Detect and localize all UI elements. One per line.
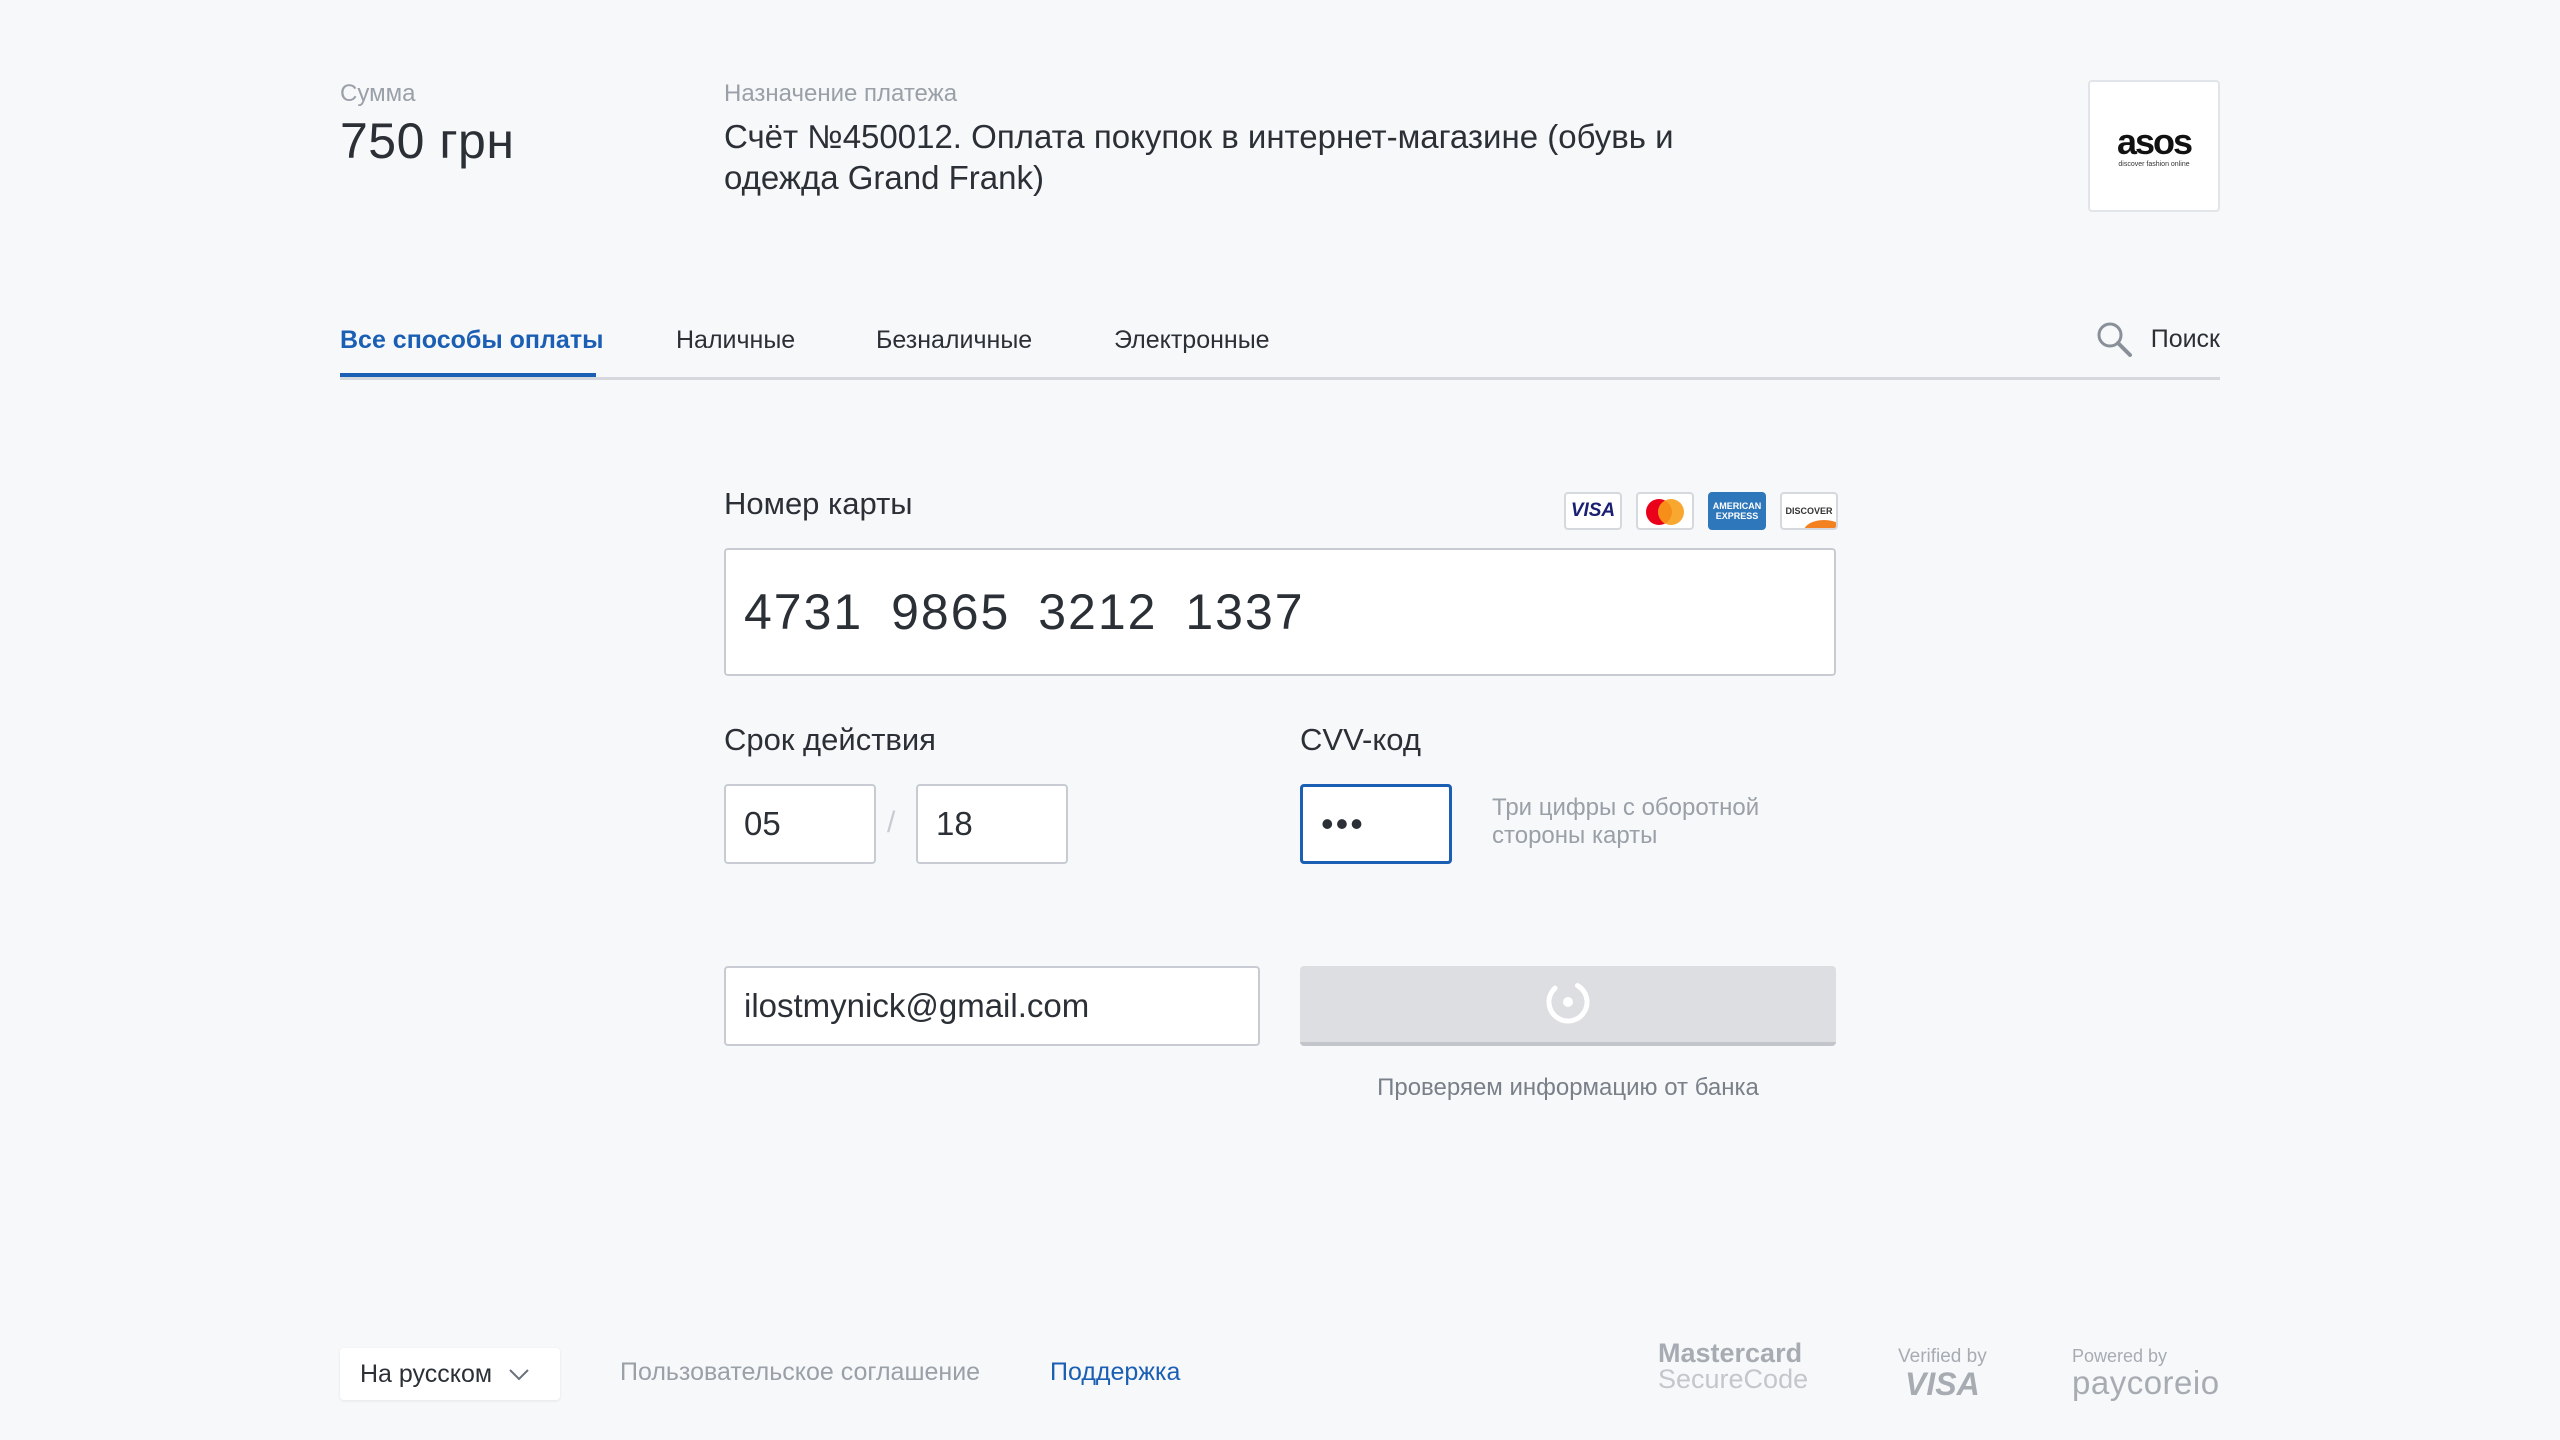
paycore-badge-line2: paycoreio (2072, 1364, 2220, 1401)
paycore-badge: Powered by paycoreio (2072, 1346, 2220, 1399)
amex-logo: AMERICAN EXPRESS (1708, 492, 1766, 530)
merchant-logo: asos discover fashion online (2088, 80, 2220, 212)
user-agreement-link[interactable]: Пользовательское соглашение (620, 1358, 980, 1387)
active-tab-indicator (340, 373, 596, 377)
visa-logo: VISA (1564, 492, 1622, 530)
payment-page: Сумма 750 грн Назначение платежа Счёт №4… (0, 0, 2560, 1440)
tab-cash[interactable]: Наличные (676, 326, 795, 380)
search-label: Поиск (2150, 324, 2220, 353)
expiry-label: Срок действия (724, 722, 936, 757)
language-value: На русском (360, 1359, 493, 1388)
card-number-label: Номер карты (724, 486, 913, 521)
card-number-input[interactable]: 4731 9865 3212 1337 (724, 548, 1836, 676)
merchant-logo-word: asos (2116, 120, 2193, 162)
tab-electronic[interactable]: Электронные (1114, 326, 1270, 380)
mastercard-securecode-badge: Mastercard SecureCode (1658, 1338, 1809, 1394)
merchant-logo-tagline: discover fashion online (2118, 160, 2190, 168)
payment-method-tabs: Все способы оплаты Наличные Безналичные … (340, 320, 2220, 380)
status-message: Проверяем информацию от банка (1377, 1074, 1759, 1101)
purpose-label: Назначение платежа (724, 80, 958, 107)
language-select[interactable]: На русском (340, 1348, 560, 1400)
search-button[interactable]: Поиск (2095, 320, 2220, 358)
verified-by-visa-badge: Verified by VISA (1898, 1346, 1987, 1400)
cvv-hint: Три цифры с оборотной стороны карты (1492, 794, 1760, 849)
email-input[interactable]: ilostmynick@gmail.com (724, 966, 1260, 1046)
card-brand-logos: VISA AMERICAN EXPRESS DISCOVER (1564, 492, 1838, 530)
mastercard-badge-line2: SecureCode (1658, 1364, 1809, 1394)
amount-value: 750 грн (340, 113, 515, 169)
tab-all-methods[interactable]: Все способы оплаты (340, 326, 603, 380)
mastercard-logo (1636, 492, 1694, 530)
expiry-month-input[interactable]: 05 (724, 784, 876, 864)
amount-label: Сумма (340, 80, 416, 107)
cvv-input[interactable]: ••• (1300, 784, 1452, 864)
pay-button[interactable] (1300, 966, 1836, 1046)
discover-logo: DISCOVER (1780, 492, 1838, 530)
purpose-text: Счёт №450012. Оплата покупок в интернет-… (724, 118, 1674, 196)
visa-badge-line1: Verified by (1898, 1346, 1987, 1367)
chevron-down-icon (508, 1360, 530, 1389)
visa-badge-line2: VISA (1905, 1366, 1980, 1402)
expiry-year-input[interactable]: 18 (916, 784, 1068, 864)
loading-spinner-icon (1544, 978, 1592, 1031)
tab-cashless[interactable]: Безналичные (876, 326, 1032, 380)
support-link[interactable]: Поддержка (1050, 1358, 1180, 1387)
mastercard-badge-line1: Mastercard (1658, 1338, 1803, 1368)
cvv-label: CVV-код (1300, 722, 1421, 757)
expiry-separator: / (887, 806, 896, 839)
search-icon (2095, 320, 2133, 358)
